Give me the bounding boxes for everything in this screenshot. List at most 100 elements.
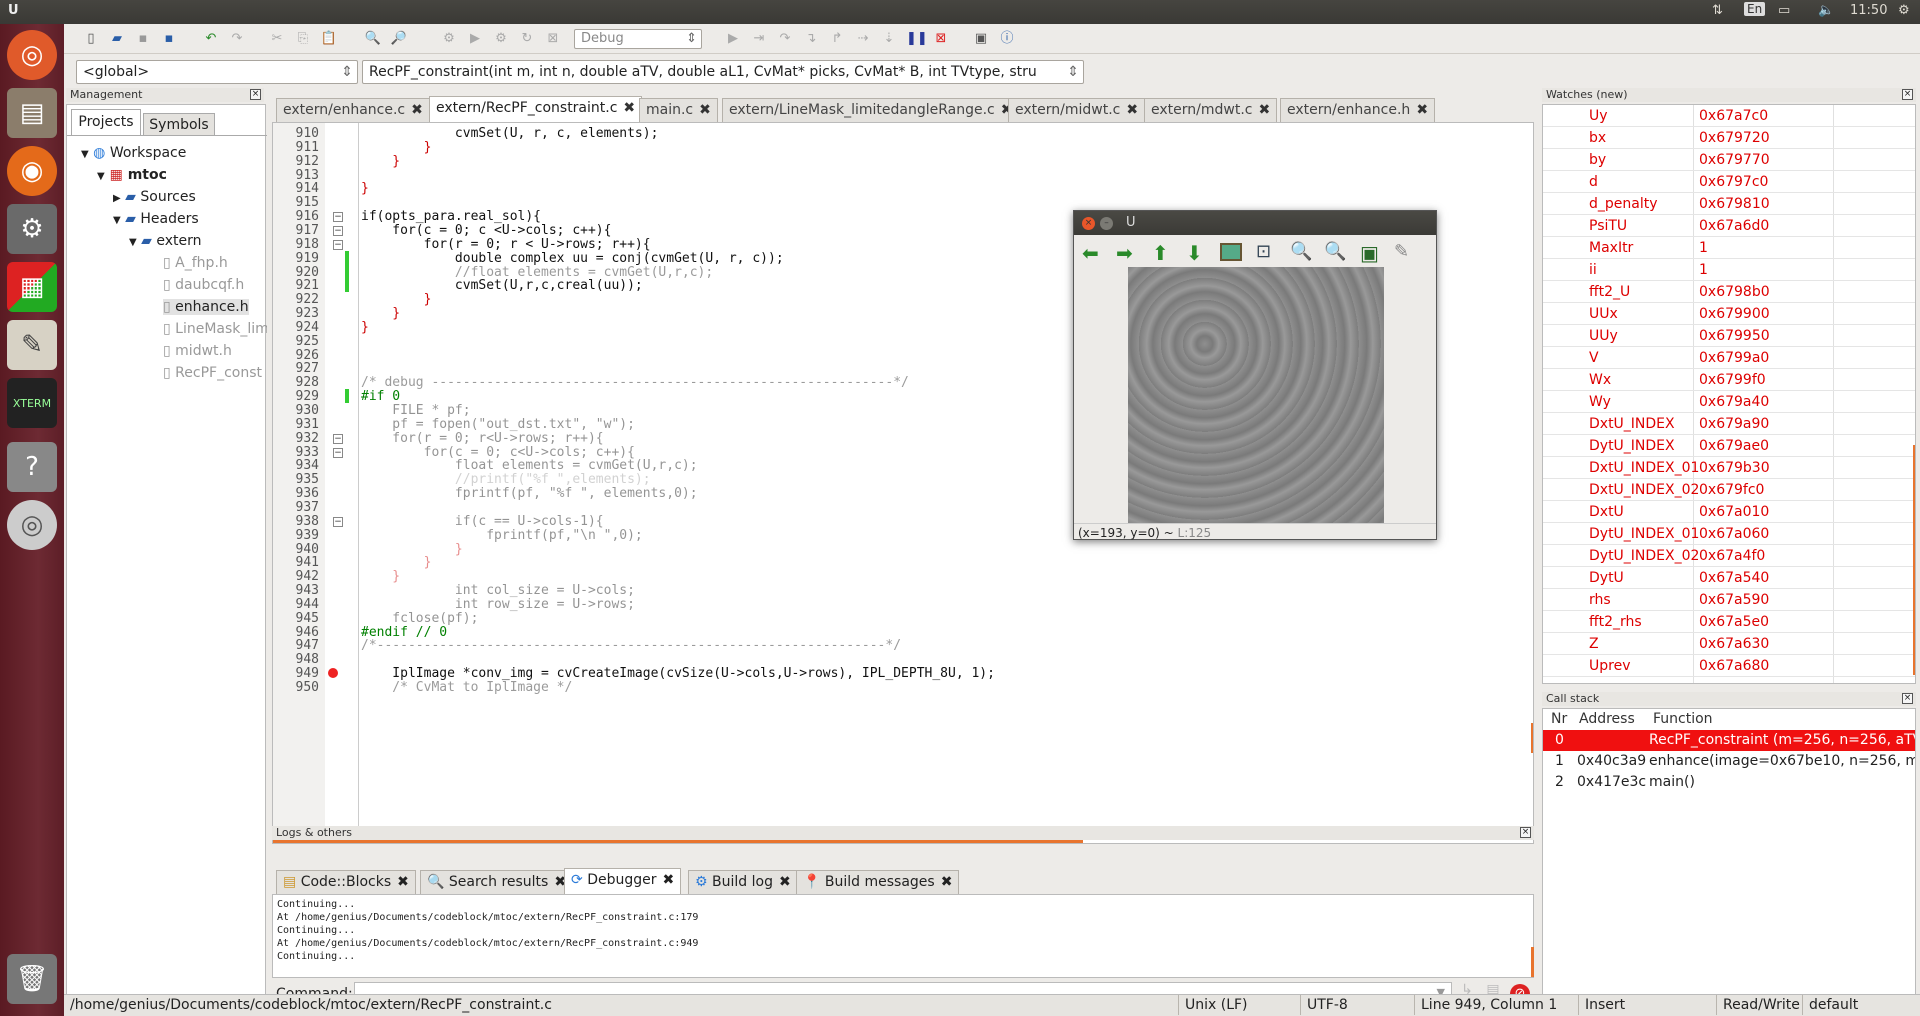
watch-row[interactable]: ii 1 — [1543, 259, 1915, 281]
watch-row[interactable]: DytU_INDEX 0x679ae0 — [1543, 435, 1915, 457]
fold-toggle-icon[interactable]: − — [333, 516, 343, 527]
code-line[interactable]: } — [361, 306, 400, 321]
build-target-select[interactable]: Debug ⇕ — [574, 29, 702, 49]
watch-row[interactable]: Z 0x67a630 — [1543, 633, 1915, 655]
watch-row[interactable]: bx 0x679720 — [1543, 127, 1915, 149]
scroll-indicator[interactable] — [1531, 947, 1534, 977]
fold-toggle-icon[interactable]: − — [333, 447, 343, 458]
close-icon[interactable]: ✖ — [1258, 102, 1270, 118]
open-icon[interactable]: ▰ — [108, 30, 126, 48]
tree-extern[interactable]: ▼ ▰ extern — [129, 233, 202, 249]
tree-file[interactable]: ▯ RecPF_const — [163, 365, 267, 381]
next-instruction-icon[interactable]: ⇢ — [854, 30, 872, 48]
code-line[interactable]: //float elements = cvmGet(U,r,c); — [361, 265, 713, 280]
watch-row[interactable]: by 0x679770 — [1543, 149, 1915, 171]
watch-row[interactable]: Uy 0x67a7c0 — [1543, 105, 1915, 127]
close-icon[interactable]: ✖ — [411, 102, 423, 118]
arrow-right-icon[interactable]: ➡ — [1116, 241, 1133, 265]
close-icon[interactable]: ✖ — [1416, 102, 1428, 118]
close-icon[interactable]: ✖ — [662, 872, 674, 888]
sort-arrows-icon[interactable]: ⇅ — [1712, 3, 1723, 18]
code-line[interactable]: } — [361, 320, 369, 335]
save-all-icon[interactable]: ▪ — [160, 30, 178, 48]
step-instruction-icon[interactable]: ⇣ — [880, 30, 898, 48]
editor-tab[interactable]: extern/enhance.h ✖ — [1280, 98, 1436, 122]
code-line[interactable]: } — [361, 292, 432, 307]
editor-tab[interactable]: extern/mdwt.c ✖ — [1144, 98, 1278, 122]
code-line[interactable]: fprintf(pf,"\n ",0); — [361, 528, 643, 543]
tree-workspace[interactable]: ▼ ◍ Workspace — [81, 145, 186, 161]
h-scroll-indicator[interactable] — [273, 840, 1083, 843]
code-line[interactable]: for(c = 0; c <U->cols; c++){ — [361, 223, 611, 238]
build-run-icon[interactable]: ⚙ — [492, 30, 510, 48]
watch-row[interactable]: MaxItr 1 — [1543, 237, 1915, 259]
tree-sources[interactable]: ▶ ▰ Sources — [113, 189, 196, 205]
rebuild-icon[interactable]: ↻ — [518, 30, 536, 48]
code-line[interactable]: } — [361, 542, 463, 557]
tree-project[interactable]: ▼ ▦ mtoc — [97, 167, 167, 183]
close-icon[interactable]: ✖ — [699, 102, 711, 118]
tree-file[interactable]: ▯ midwt.h — [163, 343, 232, 359]
tab-build-log[interactable]: ⚙ Build log ✖ — [688, 870, 798, 894]
close-icon[interactable]: × — [1520, 827, 1531, 838]
fold-toggle-icon[interactable]: − — [333, 212, 343, 223]
editor-tab[interactable]: extern/LineMask_limitedangleRange.c ✖ — [722, 98, 1020, 122]
dvd-drive-icon[interactable]: ◎ — [7, 500, 57, 550]
find-icon[interactable]: 🔍 — [364, 30, 382, 48]
code-line[interactable]: cvmSet(U,r,c,creal(uu)); — [361, 278, 643, 293]
save-image-icon[interactable]: ▣ — [1360, 241, 1379, 265]
arrow-left-icon[interactable]: ⬅ — [1082, 241, 1099, 265]
copy-icon[interactable]: ⎘ — [294, 30, 312, 48]
tab-debugger[interactable]: ⟳ Debugger ✖ — [564, 868, 682, 894]
watch-row[interactable]: Wx 0x6799f0 — [1543, 369, 1915, 391]
code-line[interactable]: for(c = 0; c<U->cols; c++){ — [361, 445, 635, 460]
step-into-icon[interactable]: ↴ — [802, 30, 820, 48]
watch-row[interactable]: DxtU_INDEX 0x679a90 — [1543, 413, 1915, 435]
code-line[interactable]: pf = fopen("out_dst.txt", "w"); — [361, 417, 635, 432]
tab-search-results[interactable]: 🔍 Search results ✖ — [420, 870, 574, 894]
volume-icon[interactable]: 🔈 — [1818, 3, 1834, 18]
minimize-icon[interactable]: – — [1100, 217, 1113, 230]
tree-headers[interactable]: ▼ ▰ Headers — [113, 211, 199, 227]
watch-row[interactable]: d_penalty 0x679810 — [1543, 193, 1915, 215]
code-line[interactable]: #if 0 — [361, 389, 400, 404]
watch-row[interactable]: DxtU 0x67a010 — [1543, 501, 1915, 523]
callstack-row[interactable]: 2 0x417e3c main() — [1543, 772, 1915, 793]
scroll-indicator[interactable] — [1531, 723, 1533, 753]
tab-codeblocks-log[interactable]: ▤ Code::Blocks ✖ — [276, 870, 416, 894]
clock[interactable]: 11:50 — [1850, 3, 1887, 18]
code-line[interactable]: FILE * pf; — [361, 403, 470, 418]
breakpoint-icon[interactable] — [328, 668, 338, 679]
watch-row[interactable]: DytU_INDEX_02 0x67a4f0 — [1543, 545, 1915, 567]
save-icon[interactable]: ▪ — [134, 30, 152, 48]
callstack-row[interactable]: 1 0x40c3a9 enhance(image=0x67be10, n=256, … — [1543, 751, 1915, 772]
replace-icon[interactable]: 🔎 — [390, 30, 408, 48]
code-line[interactable]: /* debug -------------------------------… — [361, 375, 909, 390]
close-icon[interactable]: ✖ — [779, 874, 791, 890]
tree-file[interactable]: ▯ daubcqf.h — [163, 277, 244, 293]
abort-icon[interactable]: ⊠ — [544, 30, 562, 48]
power-gear-icon[interactable]: ⚙ — [1898, 3, 1910, 18]
code-line[interactable]: } — [361, 140, 432, 155]
code-line[interactable]: /* CvMat to IplImage */ — [361, 680, 572, 695]
fold-toggle-icon[interactable]: − — [333, 225, 343, 236]
help-icon[interactable]: ? — [7, 442, 57, 492]
zoom-out-icon[interactable]: 🔍 — [1324, 241, 1346, 262]
properties-icon[interactable]: ✎ — [1394, 241, 1409, 262]
stop-debugger-icon[interactable]: ⊠ — [932, 30, 950, 48]
tab-symbols[interactable]: Symbols — [143, 113, 215, 135]
debug-continue-icon[interactable]: ▶ — [724, 30, 742, 48]
tab-projects[interactable]: Projects — [71, 109, 141, 135]
watch-row[interactable]: Wy 0x679a40 — [1543, 391, 1915, 413]
close-icon[interactable]: × — [250, 89, 261, 100]
ubuntu-dash-icon[interactable]: ◎ — [7, 30, 57, 80]
arrow-up-icon[interactable]: ⬆ — [1152, 241, 1169, 265]
text-editor-icon[interactable]: ✎ — [7, 320, 57, 370]
zoom-fit-icon[interactable]: ⊡ — [1256, 241, 1271, 262]
pause-icon[interactable]: ❚❚ — [906, 30, 928, 48]
code-line[interactable]: if(opts_para.real_sol){ — [361, 209, 541, 224]
fold-toggle-icon[interactable]: − — [333, 239, 343, 250]
zoom-in-icon[interactable]: 🔍 — [1290, 241, 1312, 262]
file-manager-icon[interactable]: ▤ — [7, 88, 57, 138]
code-line[interactable]: for(r = 0; r<U->rows; r++){ — [361, 431, 603, 446]
